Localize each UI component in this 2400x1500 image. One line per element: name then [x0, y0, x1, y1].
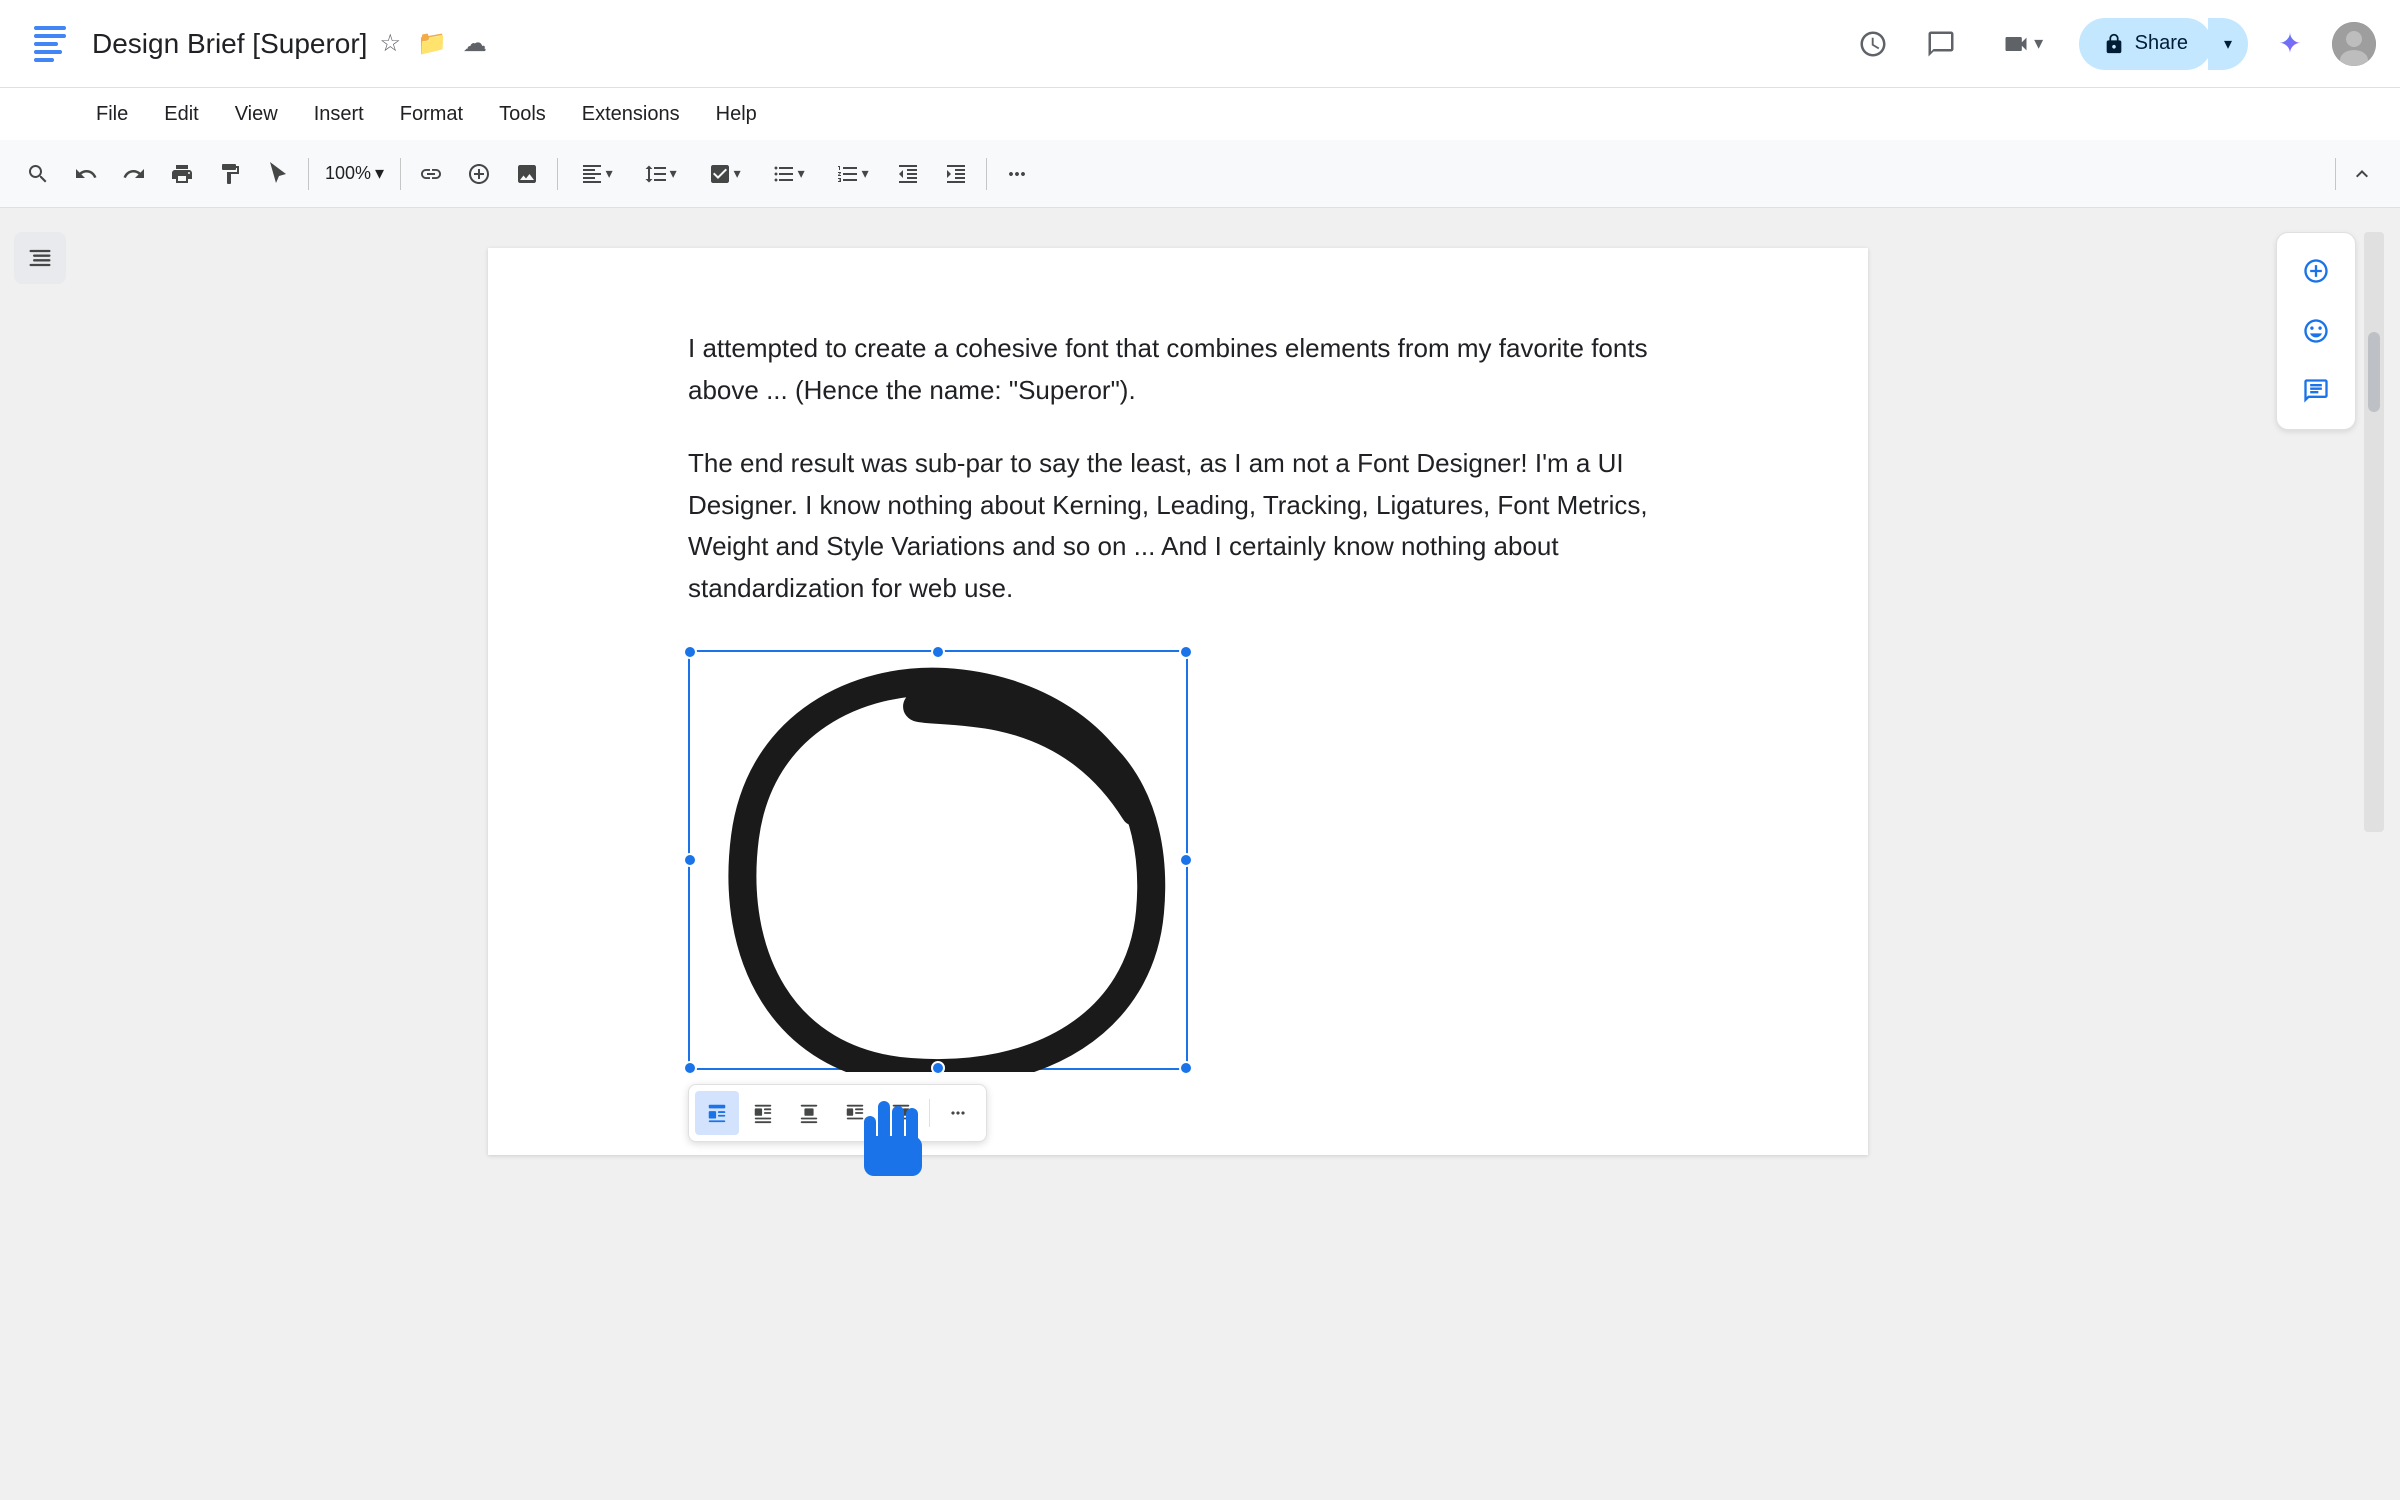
share-label: Share: [2135, 32, 2188, 55]
scrollbar[interactable]: [2364, 232, 2384, 832]
folder-icon[interactable]: 📁: [417, 29, 447, 58]
handle-top-left[interactable]: [683, 645, 697, 659]
outline-button[interactable]: [14, 232, 66, 284]
image-more-options-button[interactable]: [936, 1091, 980, 1135]
top-bar-right: ▾ Share ▾ ✦: [1847, 18, 2376, 70]
more-options-button[interactable]: [995, 152, 1039, 196]
zoom-value: 100%: [325, 163, 371, 184]
gemini-icon: ✦: [2278, 27, 2301, 60]
zoom-arrow: ▾: [375, 163, 384, 184]
left-panel: [0, 208, 80, 1500]
star-icon[interactable]: ☆: [379, 29, 401, 58]
share-arrow[interactable]: ▾: [2208, 18, 2248, 70]
handle-top-right[interactable]: [1179, 645, 1193, 659]
handle-bottom-left[interactable]: [683, 1061, 697, 1075]
title-icons: ☆ 📁 ☁: [379, 29, 486, 58]
toolbar-right: [2331, 152, 2384, 196]
toolbar-separator-1: [308, 158, 309, 190]
toolbar-separator-2: [400, 158, 401, 190]
doc-area: I attempted to create a cohesive font th…: [80, 208, 2276, 1500]
insert-image-toolbar-button[interactable]: [505, 152, 549, 196]
add-comment-toolbar-button[interactable]: [457, 152, 501, 196]
link-button[interactable]: [409, 152, 453, 196]
paragraph-1-text: I attempted to create a cohesive font th…: [688, 333, 1648, 405]
bullets-button[interactable]: ▾: [758, 152, 818, 196]
menu-insert[interactable]: Insert: [298, 97, 380, 132]
image-toolbar-separator: [929, 1099, 930, 1127]
zoom-selector[interactable]: 100% ▾: [317, 159, 392, 188]
collapse-button[interactable]: [2340, 152, 2384, 196]
user-avatar[interactable]: [2332, 22, 2376, 66]
handle-bottom-center[interactable]: [931, 1061, 945, 1075]
menu-tools[interactable]: Tools: [483, 97, 562, 132]
menu-format[interactable]: Format: [384, 97, 479, 132]
search-button[interactable]: [16, 152, 60, 196]
paragraph-2: The end result was sub-par to say the le…: [688, 443, 1668, 609]
cursor-button[interactable]: [256, 152, 300, 196]
toolbar-separator-3: [557, 158, 558, 190]
scrollbar-thumb[interactable]: [2368, 332, 2380, 412]
handle-middle-left[interactable]: [683, 853, 697, 867]
menu-edit[interactable]: Edit: [148, 97, 214, 132]
history-button[interactable]: [1847, 18, 1899, 70]
suggest-edit-button[interactable]: [2290, 365, 2342, 417]
wrap-right-button[interactable]: [879, 1091, 923, 1135]
handle-middle-right[interactable]: [1179, 853, 1193, 867]
line-spacing-button[interactable]: ▾: [630, 152, 690, 196]
gemini-button[interactable]: ✦: [2264, 18, 2316, 70]
checklist-button[interactable]: ▾: [694, 152, 754, 196]
menu-extensions[interactable]: Extensions: [566, 97, 696, 132]
main-area: I attempted to create a cohesive font th…: [0, 208, 2400, 1500]
paint-format-button[interactable]: [208, 152, 252, 196]
wrap-text-left-button[interactable]: [741, 1091, 785, 1135]
menu-view[interactable]: View: [219, 97, 294, 132]
app-icon[interactable]: [24, 18, 76, 70]
add-comment-panel-button[interactable]: [2290, 245, 2342, 297]
break-text-button[interactable]: [787, 1091, 831, 1135]
undo-button[interactable]: [64, 152, 108, 196]
handle-top-center[interactable]: [931, 645, 945, 659]
menu-bar: File Edit View Insert Format Tools Exten…: [0, 88, 2400, 140]
meet-button[interactable]: ▾: [1983, 18, 2063, 70]
comments-button[interactable]: [1915, 18, 1967, 70]
cloud-icon[interactable]: ☁: [463, 29, 487, 58]
handle-bottom-right[interactable]: [1179, 1061, 1193, 1075]
toolbar: 100% ▾ ▾ ▾ ▾ ▾ ▾: [0, 140, 2400, 208]
toolbar-separator-5: [2335, 158, 2336, 190]
drawing-svg: [690, 652, 1190, 1072]
paragraph-2-text: The end result was sub-par to say the le…: [688, 448, 1648, 603]
emoji-reaction-button[interactable]: [2290, 305, 2342, 357]
indent-more-button[interactable]: [934, 152, 978, 196]
align-button[interactable]: ▾: [566, 152, 626, 196]
wrap-left-button[interactable]: [833, 1091, 877, 1135]
toolbar-separator-4: [986, 158, 987, 190]
indent-less-button[interactable]: [886, 152, 930, 196]
paragraph-1: I attempted to create a cohesive font th…: [688, 328, 1668, 411]
menu-help[interactable]: Help: [700, 97, 773, 132]
numbered-list-button[interactable]: ▾: [822, 152, 882, 196]
inline-position-button[interactable]: [695, 1091, 739, 1135]
image-toolbar: [688, 1084, 987, 1142]
menu-file[interactable]: File: [80, 97, 144, 132]
redo-button[interactable]: [112, 152, 156, 196]
print-button[interactable]: [160, 152, 204, 196]
image-container[interactable]: [688, 650, 1188, 1070]
document-title[interactable]: Design Brief [Superor]: [92, 28, 367, 60]
selected-image[interactable]: [688, 650, 1188, 1070]
top-bar: Design Brief [Superor] ☆ 📁 ☁ ▾ Share ▾ ✦: [0, 0, 2400, 88]
document-page: I attempted to create a cohesive font th…: [488, 248, 1868, 1155]
comment-panel: [2276, 232, 2356, 430]
share-button[interactable]: Share: [2079, 18, 2212, 70]
